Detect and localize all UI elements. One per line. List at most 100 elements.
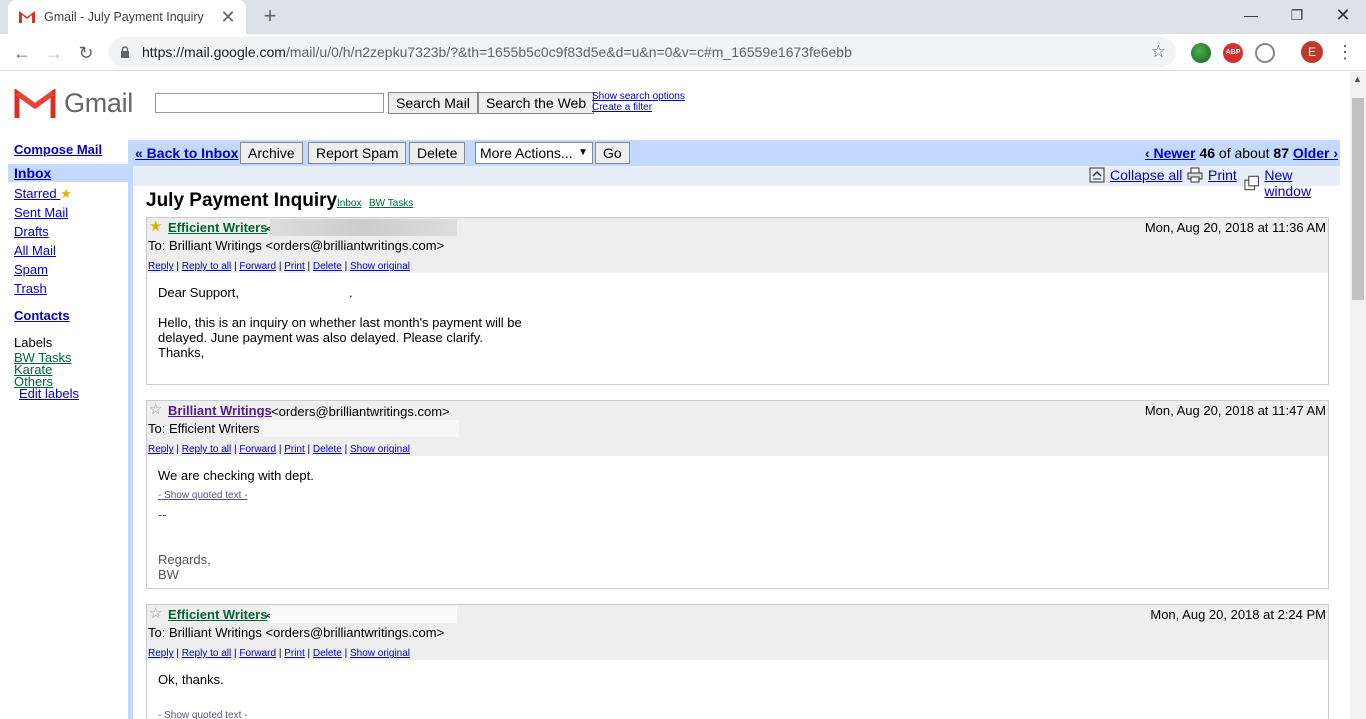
thread-label-bw-tasks[interactable]: BW Tasks bbox=[369, 198, 413, 209]
back-to-inbox-link[interactable]: « Back to Inbox bbox=[135, 145, 238, 161]
show-quoted-text-link[interactable]: - Show quoted text - bbox=[158, 710, 248, 719]
print-link[interactable]: Print bbox=[284, 261, 305, 272]
sender-link[interactable]: Efficient Writers bbox=[168, 607, 267, 622]
more-actions-select[interactable]: More Actions... ▼ bbox=[475, 142, 593, 164]
message-date: Mon, Aug 20, 2018 at 11:47 AM bbox=[1144, 403, 1326, 418]
older-link[interactable]: Older › bbox=[1293, 145, 1338, 161]
url-text: https://mail.google.com/mail/u/0/h/n2zep… bbox=[142, 44, 852, 60]
printer-icon bbox=[1187, 167, 1203, 183]
minimize-icon[interactable]: — bbox=[1228, 0, 1274, 30]
compose-mail-link[interactable]: Compose Mail bbox=[14, 142, 102, 157]
show-quoted-text-link[interactable]: - Show quoted text - bbox=[158, 490, 248, 501]
reply-link[interactable]: Reply bbox=[148, 261, 174, 272]
bookmark-star-icon[interactable]: ☆ bbox=[1151, 42, 1166, 62]
sidebar-item-label[interactable]: Inbox bbox=[14, 165, 51, 181]
lock-icon bbox=[121, 46, 129, 58]
redacted-area bbox=[263, 420, 459, 437]
message-2: ☆ Brilliant Writings <orders@brilliantwr… bbox=[146, 400, 1329, 589]
archive-button[interactable]: Archive bbox=[240, 142, 303, 164]
message-to: To: Brilliant Writings <orders@brilliant… bbox=[148, 625, 445, 640]
show-original-link[interactable]: Show original bbox=[350, 444, 410, 455]
gmail-favicon-icon bbox=[19, 11, 35, 23]
search-web-button[interactable]: Search the Web bbox=[478, 92, 595, 114]
forward-link[interactable]: Forward bbox=[239, 648, 276, 659]
print-link[interactable]: Print bbox=[284, 648, 305, 659]
adblock-icon[interactable]: ABP bbox=[1223, 43, 1243, 63]
address-bar[interactable]: https://mail.google.com/mail/u/0/h/n2zep… bbox=[108, 37, 1176, 67]
create-filter-link[interactable]: Create a filter bbox=[592, 102, 685, 113]
sidebar-item-trash[interactable]: Trash bbox=[14, 281, 47, 296]
browser-toolbar: ← → ↻ https://mail.google.com/mail/u/0/h… bbox=[0, 34, 1366, 71]
gmail-m-icon bbox=[14, 88, 56, 118]
gmail-logo[interactable]: Gmail bbox=[14, 88, 133, 119]
starred-star-icon[interactable]: ★ bbox=[149, 219, 162, 234]
message-1: ★ Efficient Writers < Mon, Aug 20, 2018 … bbox=[146, 217, 1329, 385]
page-scrollbar[interactable]: ▲ bbox=[1350, 72, 1366, 719]
collapse-all-link[interactable]: Collapse all bbox=[1089, 167, 1182, 183]
reload-icon[interactable]: ↻ bbox=[73, 40, 99, 66]
print-link[interactable]: Print bbox=[284, 444, 305, 455]
search-mail-button[interactable]: Search Mail bbox=[388, 92, 478, 114]
message-to: To: Brilliant Writings <orders@brilliant… bbox=[148, 238, 445, 253]
sender-link[interactable]: Efficient Writers bbox=[168, 220, 267, 235]
forward-link[interactable]: Forward bbox=[239, 261, 276, 272]
star-outline-icon[interactable]: ☆ bbox=[149, 402, 162, 417]
back-arrow-icon[interactable]: ← bbox=[9, 40, 35, 66]
new-tab-icon[interactable]: + bbox=[258, 4, 282, 28]
extension-cloud-icon[interactable] bbox=[1255, 43, 1275, 63]
tab-close-icon[interactable]: ✕ bbox=[220, 8, 236, 26]
forward-arrow-icon[interactable]: → bbox=[41, 40, 67, 66]
go-button[interactable]: Go bbox=[595, 142, 630, 164]
browser-tab[interactable]: Gmail - July Payment Inquiry ✕ bbox=[8, 0, 246, 34]
show-original-link[interactable]: Show original bbox=[350, 648, 410, 659]
thread-label-inbox[interactable]: Inbox bbox=[337, 198, 361, 209]
reply-link[interactable]: Reply bbox=[148, 444, 174, 455]
scroll-up-icon[interactable]: ▲ bbox=[1353, 74, 1362, 84]
sidebar-item-starred[interactable]: Starred ★ bbox=[14, 186, 72, 202]
report-spam-button[interactable]: Report Spam bbox=[308, 142, 407, 164]
star-outline-icon[interactable]: ☆ bbox=[149, 606, 162, 621]
sidebar-item-spam[interactable]: Spam bbox=[14, 262, 48, 277]
print-all-link[interactable]: Print bbox=[1187, 167, 1237, 183]
redacted-area bbox=[270, 219, 457, 236]
forward-link[interactable]: Forward bbox=[239, 444, 276, 455]
sidebar-item-all-mail[interactable]: All Mail bbox=[14, 243, 56, 258]
sidebar-item-sent-mail[interactable]: Sent Mail bbox=[14, 205, 68, 220]
show-search-options-link[interactable]: Show search options bbox=[592, 91, 685, 102]
restore-icon[interactable]: ❐ bbox=[1274, 0, 1320, 30]
reply-all-link[interactable]: Reply to all bbox=[182, 648, 231, 659]
labels-heading: Labels bbox=[14, 335, 53, 350]
message-header: ☆ Brilliant Writings <orders@brilliantwr… bbox=[147, 401, 1328, 456]
sender-link[interactable]: Brilliant Writings bbox=[168, 403, 272, 418]
browser-menu-icon[interactable]: ⋮ bbox=[1336, 42, 1354, 62]
message-actions: Reply | Reply to all | Forward | Print |… bbox=[148, 648, 411, 659]
sidebar-item-inbox[interactable]: Inbox bbox=[8, 164, 130, 182]
reply-all-link[interactable]: Reply to all bbox=[182, 261, 231, 272]
contacts-link[interactable]: Contacts bbox=[14, 308, 70, 323]
thread-toolbar: Collapse all Print New window bbox=[133, 166, 1340, 199]
edit-labels-link[interactable]: Edit labels bbox=[19, 386, 79, 401]
scrollbar-thumb[interactable] bbox=[1352, 98, 1364, 300]
sidebar-item-drafts[interactable]: Drafts bbox=[14, 224, 49, 239]
newer-link[interactable]: ‹ Newer bbox=[1145, 145, 1196, 161]
show-original-link[interactable]: Show original bbox=[350, 261, 410, 272]
delete-button[interactable]: Delete bbox=[409, 142, 466, 164]
window-close-icon[interactable]: ✕ bbox=[1320, 0, 1366, 30]
new-window-link[interactable]: New window bbox=[1244, 167, 1340, 199]
message-date: Mon, Aug 20, 2018 at 2:24 PM bbox=[1150, 607, 1326, 622]
thread-position: 46 bbox=[1199, 145, 1216, 161]
reply-link[interactable]: Reply bbox=[148, 648, 174, 659]
sender-address: <orders@brilliantwritings.com> bbox=[271, 404, 450, 419]
reply-all-link[interactable]: Reply to all bbox=[182, 444, 231, 455]
collapse-icon bbox=[1089, 167, 1105, 183]
message-3: ☆ Efficient Writers < Mon, Aug 20, 2018 … bbox=[146, 604, 1329, 719]
extension-globe-icon[interactable] bbox=[1191, 43, 1211, 63]
message-header: ☆ Efficient Writers < Mon, Aug 20, 2018 … bbox=[147, 605, 1328, 660]
delete-link[interactable]: Delete bbox=[313, 648, 342, 659]
profile-avatar[interactable]: E bbox=[1301, 41, 1323, 63]
pager: ‹ Newer 46 of about 87 Older › bbox=[1145, 145, 1338, 161]
delete-link[interactable]: Delete bbox=[313, 261, 342, 272]
delete-link[interactable]: Delete bbox=[313, 444, 342, 455]
search-input[interactable] bbox=[155, 93, 384, 113]
tab-title: Gmail - July Payment Inquiry bbox=[44, 10, 204, 24]
